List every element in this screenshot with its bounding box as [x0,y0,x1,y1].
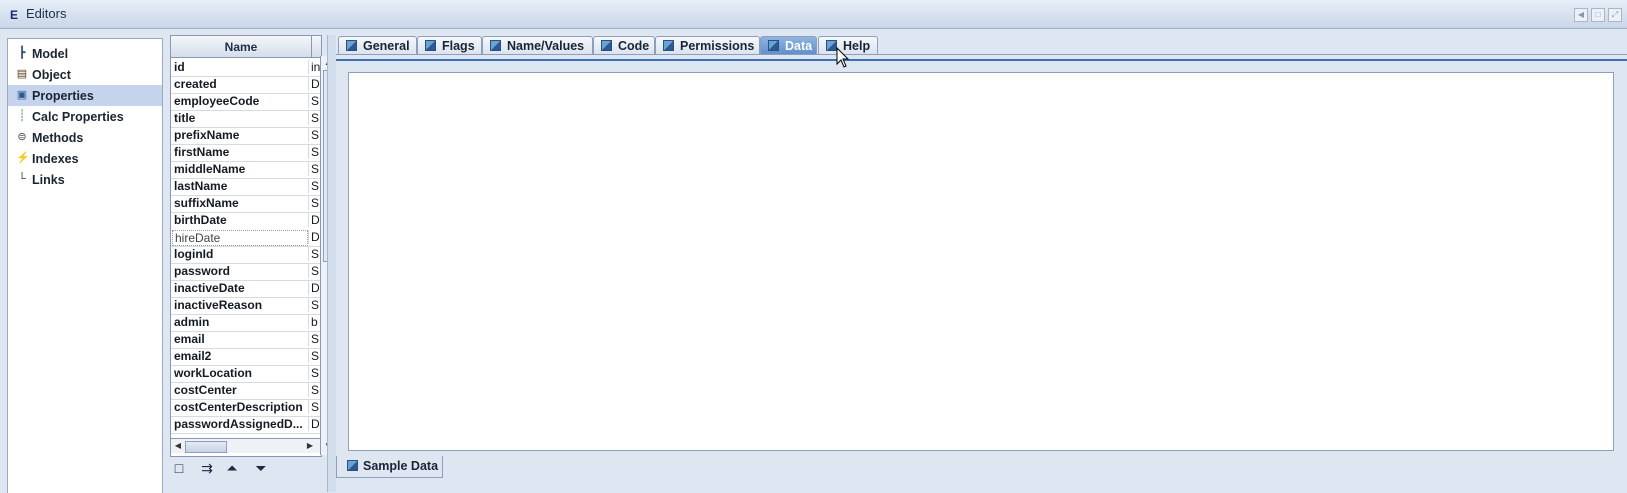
nav-item-calc-properties[interactable]: ┊ Calc Properties [8,106,162,127]
table-row[interactable]: passwordAssignedD... D [171,415,321,434]
property-name: suffixName [174,196,239,210]
nav-item-links[interactable]: └ Links [8,169,162,190]
property-name: costCenter [174,383,237,397]
nav-item-label: Calc Properties [32,110,124,124]
column-header-type[interactable] [312,36,321,58]
editors-app-icon: E [10,8,19,22]
nav-item-object[interactable]: ▤ Object [8,64,162,85]
move-down-icon[interactable]: ⏷ [252,459,270,477]
window-title: Editors [26,6,67,21]
tab-label: Name/Values [507,39,585,53]
horizontal-scroll-thumb[interactable] [185,441,227,453]
property-editor: General Flags Name/Values Code Permissio… [336,32,1627,492]
property-name: created [174,77,217,91]
mouse-cursor-icon [836,47,850,68]
property-name: middleName [174,162,246,176]
horizontal-scrollbar[interactable]: ◀ ▶ [171,438,321,453]
methods-icon: ⊜ [17,131,27,143]
scroll-left-icon[interactable]: ◀ [171,439,185,453]
nav-item-label: Indexes [32,152,79,166]
property-name: birthDate [174,213,227,227]
property-name: inactiveReason [174,298,263,312]
tab-label: General [363,39,410,53]
property-name: firstName [174,145,230,159]
data-tab-content [336,59,1627,462]
tab-general[interactable]: General [338,36,417,55]
insert-icon[interactable]: ⇉ [198,459,216,477]
tab-name-values[interactable]: Name/Values [482,36,593,55]
column-header-name[interactable]: Name [171,36,312,58]
panel-splitter[interactable] [327,35,336,492]
nav-item-label: Links [32,173,65,187]
property-name: costCenterDescription [174,400,303,414]
tab-icon [601,40,612,51]
property-name: passwordAssignedD... [174,417,303,431]
properties-icon: ▣ [16,89,28,101]
property-name: email2 [174,349,212,363]
nav-item-model[interactable]: ┣ Model [8,43,162,64]
tab-strip-border [336,54,1627,55]
window-titlebar: E Editors ◀ □ ⤢ [0,0,1627,29]
tab-label: Sample Data [363,459,439,473]
links-icon: └ [18,173,26,185]
maximize-icon[interactable]: ⤢ [1608,8,1622,22]
nav-item-label: Properties [32,89,94,103]
properties-table: Name id in created D employeeCode S title S … [170,35,322,457]
property-name: id [174,60,185,74]
tab-label: Flags [442,39,475,53]
tab-label: Permissions [680,39,755,53]
tab-icon [425,40,436,51]
properties-list-panel: Name id in created D employeeCode S title S … [170,35,338,492]
calc-properties-icon: ┊ [18,110,26,122]
lightning-icon: ⚡ [16,152,30,164]
restore-icon[interactable]: □ [1591,8,1605,22]
tab-permissions[interactable]: Permissions [655,36,760,55]
tab-sample-data[interactable]: Sample Data [336,456,443,478]
tab-icon [490,40,501,51]
data-content-area[interactable] [348,72,1614,451]
property-name: title [174,111,196,125]
nav-item-label: Model [32,47,69,61]
scroll-right-icon[interactable]: ▶ [303,439,317,453]
object-icon: ▤ [16,68,28,80]
editor-nav-list: ┣ Model ▤ Object ▣ Properties ┊ Calc Pro… [7,38,163,493]
nav-item-properties[interactable]: ▣ Properties [8,85,162,106]
nav-item-indexes[interactable]: ⚡ Indexes [8,148,162,169]
tab-flags[interactable]: Flags [417,36,482,55]
tab-code[interactable]: Code [593,36,655,55]
nav-item-methods[interactable]: ⊜ Methods [8,127,162,148]
property-name: prefixName [174,128,240,142]
move-up-icon[interactable]: ⏶ [223,459,241,477]
property-name: loginId [174,247,214,261]
property-name: employeeCode [174,94,260,108]
nav-item-label: Methods [32,131,84,145]
tab-icon [346,40,357,51]
property-name: admin [174,315,210,329]
property-name: password [174,264,231,278]
tab-label: Data [785,39,813,53]
tab-icon [663,40,674,51]
property-name: workLocation [174,366,253,380]
new-icon[interactable]: □ [170,459,188,477]
tab-data[interactable]: Data [760,36,817,55]
property-name: hireDate [172,230,308,246]
nav-item-label: Object [32,68,71,82]
property-name: inactiveDate [174,281,245,295]
minimize-icon[interactable]: ◀ [1574,8,1588,22]
column-header-label: Name [224,40,258,54]
tab-label: Code [618,39,650,53]
tab-icon [347,460,358,471]
property-name: email [174,332,205,346]
tab-icon [768,40,779,51]
model-tree-icon: ┣ [18,47,26,59]
property-name: lastName [174,179,228,193]
